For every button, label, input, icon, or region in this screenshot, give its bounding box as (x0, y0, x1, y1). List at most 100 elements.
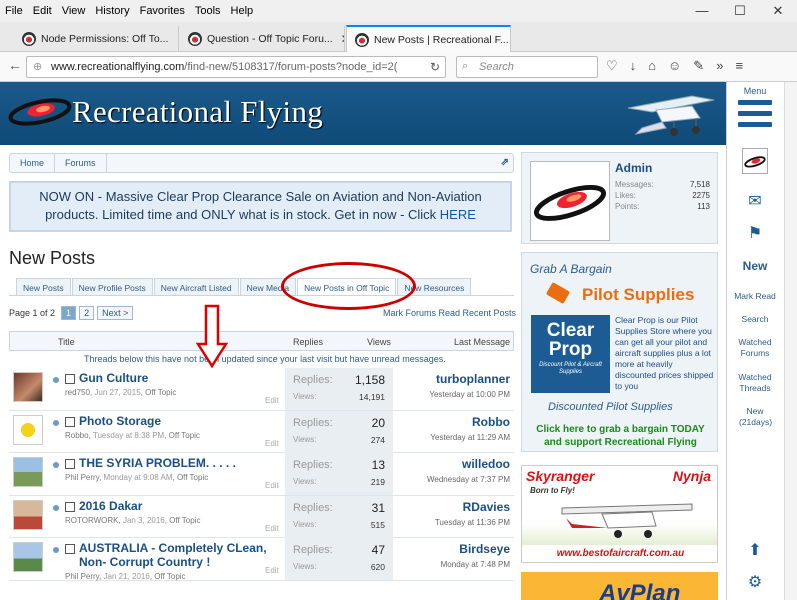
thread-checkbox[interactable] (65, 544, 75, 554)
overflow-icon[interactable]: » (716, 58, 723, 74)
breadcrumb-home[interactable]: Home (10, 154, 56, 172)
clear-prop-description: Clear Prop is our Pilot Supplies Store w… (615, 315, 714, 391)
thread-title[interactable]: 2016 Dakar (79, 499, 142, 513)
site-logo-icon[interactable] (8, 96, 72, 128)
unread-icon (53, 377, 59, 383)
avatar[interactable] (13, 542, 43, 572)
thread-checkbox[interactable] (65, 459, 75, 469)
pocket-icon[interactable]: ♡ (606, 58, 618, 74)
forum-links[interactable]: Mark Forums Read Recent Posts (383, 308, 516, 318)
close-tab-icon[interactable]: ✕ (176, 32, 178, 46)
thread-checkbox[interactable] (65, 374, 75, 384)
last-poster[interactable]: RDavies (435, 500, 510, 514)
browser-tab[interactable]: Node Permissions: Off To... ✕ (14, 26, 179, 52)
site-logo-icon[interactable] (742, 148, 768, 174)
menu-edit[interactable]: Edit (28, 5, 57, 17)
page-scrollbar[interactable] (784, 82, 797, 600)
gear-icon[interactable]: ⚙ (745, 575, 765, 591)
last-poster[interactable]: willedoo (427, 457, 510, 471)
address-bar[interactable]: ⊕ www.recreationalflying.com/find-new/51… (26, 56, 446, 78)
hamburger-menu-icon[interactable] (738, 100, 772, 130)
edit-link[interactable]: Edit (265, 566, 279, 575)
nav-search[interactable]: Search (727, 314, 783, 325)
last-time[interactable]: Yesterday at 10:00 PM (429, 390, 510, 399)
nav-new[interactable]: New (727, 260, 783, 272)
thread-checkbox[interactable] (65, 416, 75, 427)
menu-help[interactable]: Help (226, 5, 259, 17)
site-favicon-icon (355, 32, 369, 47)
column-last-message[interactable]: Last Message (454, 337, 510, 347)
breadcrumb-forums[interactable]: Forums (55, 154, 107, 172)
nav-watched-threads[interactable]: Watched Threads (727, 372, 783, 394)
edit-link[interactable]: Edit (265, 439, 279, 448)
last-time[interactable]: Monday at 7:48 PM (441, 560, 510, 569)
browser-tab-active[interactable]: New Posts | Recreational F... ✕ (346, 25, 511, 52)
nav-mark-read[interactable]: Mark Read (727, 291, 783, 302)
nav-watched-forums[interactable]: Watched Forums (727, 337, 783, 359)
column-views[interactable]: Views (367, 337, 391, 347)
menu-history[interactable]: History (90, 5, 134, 17)
tab-new-profile-posts[interactable]: New Profile Posts (71, 278, 153, 296)
last-poster[interactable]: Birdseye (441, 542, 510, 556)
banner-link[interactable]: HERE (440, 207, 476, 222)
avatar[interactable] (13, 372, 43, 402)
external-link-icon[interactable]: ⇗ (501, 157, 509, 168)
avatar[interactable] (530, 161, 610, 241)
edit-link[interactable]: Edit (265, 481, 279, 490)
pilot-supplies-title[interactable]: Pilot Supplies (582, 285, 694, 305)
menu-favorites[interactable]: Favorites (135, 5, 190, 17)
minimize-button[interactable]: — (683, 0, 721, 22)
skyranger-ad[interactable]: Skyranger Nynja Born to Fly! www.bestofai… (521, 465, 718, 563)
browser-tab[interactable]: Question - Off Topic Foru... ✕ (180, 26, 345, 52)
menu-tools[interactable]: Tools (190, 5, 226, 17)
edit-link[interactable]: Edit (265, 524, 279, 533)
thread-title[interactable]: AUSTRALIA - Completely CLean, Non- Corru… (79, 541, 279, 569)
page-2-button[interactable]: 2 (79, 306, 95, 320)
hamburger-menu-icon[interactable]: ≡ (735, 58, 743, 74)
reload-icon[interactable]: ↻ (430, 60, 440, 74)
maximize-button[interactable]: ☐ (721, 0, 759, 22)
bargain-cta-link[interactable]: Click here to grab a bargain TODAY and s… (528, 423, 713, 449)
last-time[interactable]: Tuesday at 11:36 PM (435, 518, 510, 527)
last-poster[interactable]: turboplanner (429, 372, 510, 386)
close-tab-icon[interactable]: ✕ (341, 32, 344, 46)
profile-name[interactable]: Admin (615, 161, 652, 175)
tab-new-aircraft-listed[interactable]: New Aircraft Listed (153, 278, 239, 296)
tab-new-posts[interactable]: New Posts (16, 278, 71, 296)
last-time[interactable]: Yesterday at 11:29 AM (430, 433, 510, 442)
menu-view[interactable]: View (57, 5, 91, 17)
replies-count: 20 (371, 415, 385, 430)
last-time[interactable]: Wednesday at 7:37 PM (427, 475, 510, 484)
nav-new-21days[interactable]: New (21days) (727, 406, 783, 428)
flag-icon[interactable]: ⚑ (745, 226, 765, 242)
page-1-button[interactable]: 1 (61, 306, 77, 320)
smiley-icon[interactable]: ☺ (668, 58, 681, 74)
avatar[interactable] (13, 499, 43, 530)
download-icon[interactable]: ↓ (630, 58, 637, 74)
clear-prop-logo[interactable]: Clear Prop Discount Pilot & Aircraft Supp… (531, 315, 610, 393)
avatar[interactable] (13, 414, 43, 445)
extension-icon[interactable]: ✎ (693, 58, 704, 74)
site-title[interactable]: Recreational Flying (72, 94, 323, 130)
avplan-ad[interactable]: AvPlan (521, 572, 718, 600)
search-input[interactable]: Search (456, 56, 598, 78)
next-page-button[interactable]: Next > (97, 306, 134, 320)
menu-label: Menu (743, 86, 767, 96)
last-poster[interactable]: Robbo (430, 415, 510, 429)
scroll-top-icon[interactable]: ⬆ (745, 543, 765, 559)
column-replies[interactable]: Replies (293, 337, 323, 347)
envelope-icon[interactable]: ✉ (745, 194, 765, 210)
column-title[interactable]: Title (58, 337, 75, 347)
thread-title[interactable]: Photo Storage (79, 414, 161, 428)
thread-title[interactable]: Gun Culture (79, 371, 148, 385)
table-row: Photo Storage Robbo, Tuesday at 8:38 PM,… (9, 410, 514, 453)
edit-link[interactable]: Edit (265, 396, 279, 405)
close-window-button[interactable]: ✕ (759, 0, 797, 22)
home-icon[interactable]: ⌂ (648, 58, 656, 74)
replies-count: 47 (371, 543, 385, 557)
thread-title[interactable]: THE SYRIA PROBLEM. . . . . (79, 456, 236, 470)
back-icon[interactable]: ← (8, 57, 22, 73)
avatar[interactable] (13, 457, 43, 487)
thread-checkbox[interactable] (65, 501, 75, 512)
menu-file[interactable]: File (0, 5, 28, 17)
